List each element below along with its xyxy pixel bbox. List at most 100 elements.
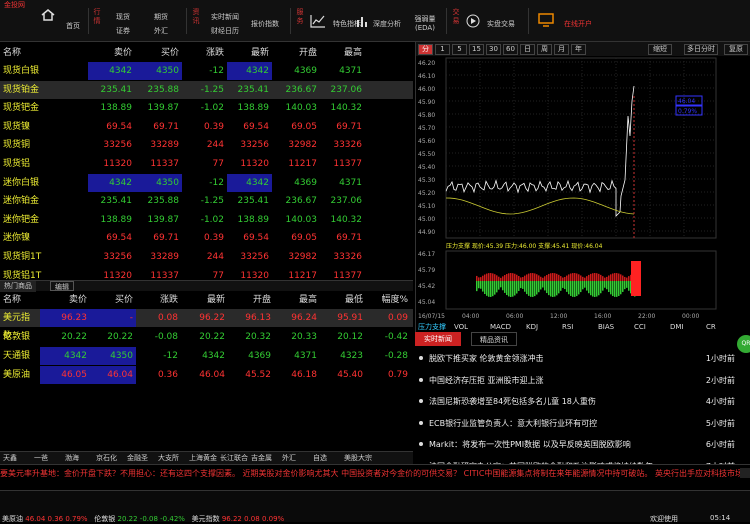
live-room-button[interactable]: 实盘交易 (484, 19, 518, 29)
indicator-tab[interactable]: VOL (454, 323, 468, 331)
quote-row[interactable]: 现货铝 11320 11337 77 11320 11217 11377 (0, 155, 413, 173)
indicator-tab[interactable]: 压力支撑 (418, 322, 446, 331)
col2-last[interactable]: 最新 (181, 291, 228, 309)
news-item[interactable]: 脱欧下推买家 伦敦黄金领涨冲击 1小时前 (415, 348, 735, 369)
market-tab[interactable]: 上海黄金 (189, 453, 217, 463)
indicator-tab[interactable]: RSI (562, 323, 573, 331)
hot-quote-row[interactable]: 天通银 4342 4350 -12 4342 4369 4371 4323 -0.28 (0, 347, 413, 365)
indicator-tab[interactable]: CR (706, 323, 716, 331)
forex-button[interactable]: 外汇 (146, 26, 176, 36)
quote-cell-last: 235.41 (237, 84, 270, 95)
col-change[interactable]: 涨跌 (182, 44, 227, 62)
period-5[interactable]: 60 (503, 44, 518, 55)
home-button[interactable] (34, 9, 62, 23)
hot-quote-row[interactable]: 伦敦银 20.22 20.22 -0.08 20.22 20.32 20.33 20.12 -0… (0, 328, 413, 346)
quote-row[interactable]: 现货白银 4342 4350 -12 4342 4369 4371 (0, 62, 413, 80)
news-tab-featured[interactable]: 精品资讯 (471, 332, 517, 346)
news-item[interactable]: ECB银行业监管负责人：意大利银行业环有可控 5小时前 (415, 413, 735, 434)
y-tick-label: 45.70 (418, 125, 435, 132)
hot-quote-row[interactable]: 美原油 46.05 46.04 0.36 46.04 45.52 46.18 45.40 0.7… (0, 366, 413, 384)
market-tab[interactable]: 吉金属 (251, 453, 272, 463)
indicator-tab[interactable]: BIAS (598, 323, 615, 331)
period-7[interactable]: 周 (537, 44, 552, 55)
col-open[interactable]: 开盘 (272, 44, 320, 62)
strong-weak-button[interactable]: 强弱量 (EDA) (410, 14, 440, 32)
multi-day-button[interactable]: 多日分时 (684, 44, 718, 55)
price-plot-frame (445, 57, 717, 239)
col-last[interactable]: 最新 (227, 44, 272, 62)
float-badge[interactable]: QR (737, 335, 750, 353)
chart-icon[interactable] (310, 14, 326, 28)
col2-sell[interactable]: 卖价 (40, 291, 90, 309)
futures-button[interactable]: 期货 (146, 12, 176, 22)
period-4[interactable]: 30 (486, 44, 501, 55)
news-tab-live[interactable]: 实时新闻 (415, 332, 461, 346)
intraday-chart[interactable]: 46.20 46.10 46.00 45.90 45.80 45.70 45.60 45.50… (416, 56, 750, 332)
period-1[interactable]: 1 (435, 44, 450, 55)
ticker-text[interactable]: 要美元率升基地：金价开盘下跌？不用担心：还有这四个支撑因素。 近期美股对金价影响… (0, 468, 750, 479)
period-6[interactable]: 日 (520, 44, 535, 55)
market-tab[interactable]: 自选 (313, 453, 327, 463)
market-tab[interactable]: 天鑫 (3, 453, 17, 463)
market-tab[interactable]: 美股大宗 (344, 453, 372, 463)
col-high[interactable]: 最高 (320, 44, 365, 62)
spot-button[interactable]: 现货 (108, 12, 138, 22)
reset-button[interactable]: 复原 (724, 44, 748, 55)
deep-analysis-button[interactable]: 深度分析 (370, 19, 404, 29)
quote-row[interactable]: 现货钯金 138.89 139.87 -1.02 138.89 140.03 140.32 (0, 99, 413, 117)
period-8[interactable]: 月 (554, 44, 569, 55)
indicator-tab[interactable]: KDJ (526, 323, 538, 331)
quote-row[interactable]: 现货铜1T 33256 33289 244 33256 32982 33326 (0, 248, 413, 266)
col-sell[interactable]: 卖价 (88, 44, 135, 62)
market-tab[interactable]: 金融圣 (127, 453, 148, 463)
indicator-tab[interactable]: DMI (670, 323, 684, 331)
realtime-news-button[interactable]: 实时新闻 (208, 12, 242, 22)
col2-high[interactable]: 最高 (274, 291, 320, 309)
zoom-button[interactable]: 缩短 (648, 44, 672, 55)
period-3[interactable]: 15 (469, 44, 484, 55)
col2-pct[interactable]: 幅度% (366, 291, 411, 309)
quote-row[interactable]: 现货镍 69.54 69.71 0.39 69.54 69.05 69.71 (0, 118, 413, 136)
market-tab[interactable]: 大支所 (158, 453, 179, 463)
col-name[interactable]: 名称 (0, 44, 88, 62)
market-tab[interactable]: 长江联合 (220, 453, 248, 463)
quote-row[interactable]: 迷你铂金 235.41 235.88 -1.25 235.41 236.67 237.06 (0, 192, 413, 210)
market-tab[interactable]: 外汇 (282, 453, 296, 463)
market-tab[interactable]: 渤海 (65, 453, 79, 463)
hot-quote-cell-open: 4369 (248, 351, 271, 361)
col-buy[interactable]: 买价 (135, 44, 182, 62)
news-item[interactable]: Markit：将发布一次性PMI数据 以及早反映英国脱欧影响 6小时前 (415, 434, 735, 455)
period-2[interactable]: 5 (452, 44, 467, 55)
y-tick-label: 44.90 (418, 229, 435, 236)
quote-row[interactable]: 迷你镍 69.54 69.71 0.39 69.54 69.05 69.71 (0, 229, 413, 247)
bullet-icon (419, 442, 423, 446)
col2-name[interactable]: 名称 (0, 291, 40, 309)
news-panel: 实时新闻 精品资讯 QR 脱欧下推买家 伦敦黄金领涨冲击 1小时前 中国经济存压拒 … (415, 332, 750, 492)
col2-open[interactable]: 开盘 (228, 291, 274, 309)
quote-row[interactable]: 现货铂金 235.41 235.88 -1.25 235.41 236.67 237.06 (0, 80, 413, 99)
y-tick-label: 45.50 (418, 151, 435, 158)
col2-buy[interactable]: 买价 (90, 291, 136, 309)
period-9[interactable]: 年 (571, 44, 586, 55)
news-item[interactable]: 中国经济存压拒 亚洲股市迎上涨 2小时前 (415, 370, 735, 391)
quote-cell-buy: 139.87 (147, 103, 180, 114)
period-0[interactable]: 分 (418, 44, 433, 55)
market-tab[interactable]: 一爸 (34, 453, 48, 463)
quote-row[interactable]: 迷你钯金 138.89 139.87 -1.02 138.89 140.03 140.32 (0, 211, 413, 229)
tab-edit[interactable]: 编辑 (50, 281, 74, 291)
quote-cell-open: 32982 (288, 140, 317, 151)
stock-button[interactable]: 证券 (108, 26, 138, 36)
quote-index-button[interactable]: 报价指数 (248, 19, 282, 29)
open-account-button[interactable]: 在线开户 (558, 19, 598, 29)
market-tab[interactable]: 京石化 (96, 453, 117, 463)
finance-calendar-button[interactable]: 财经日历 (208, 26, 242, 36)
news-item[interactable]: 法国尼斯恐袭增至84死包括多名儿童 18人重伤 4小时前 (415, 391, 735, 412)
hot-quote-row[interactable]: 美元指数 96.23-0.08 96.22 96.13 96.24 95.91 0.09 (0, 309, 413, 341)
col2-low[interactable]: 最低 (320, 291, 366, 309)
col2-change[interactable]: 涨跌 (136, 291, 181, 309)
quote-row[interactable]: 迷你白银 4342 4350 -12 4342 4369 4371 (0, 173, 413, 192)
quote-row[interactable]: 现货铜 33256 33289 244 33256 32982 33326 (0, 136, 413, 154)
indicator-tab[interactable]: CCI (634, 323, 646, 331)
indicator-tab[interactable]: MACD (490, 323, 511, 331)
quote-cell-sell: 69.54 (106, 233, 132, 244)
